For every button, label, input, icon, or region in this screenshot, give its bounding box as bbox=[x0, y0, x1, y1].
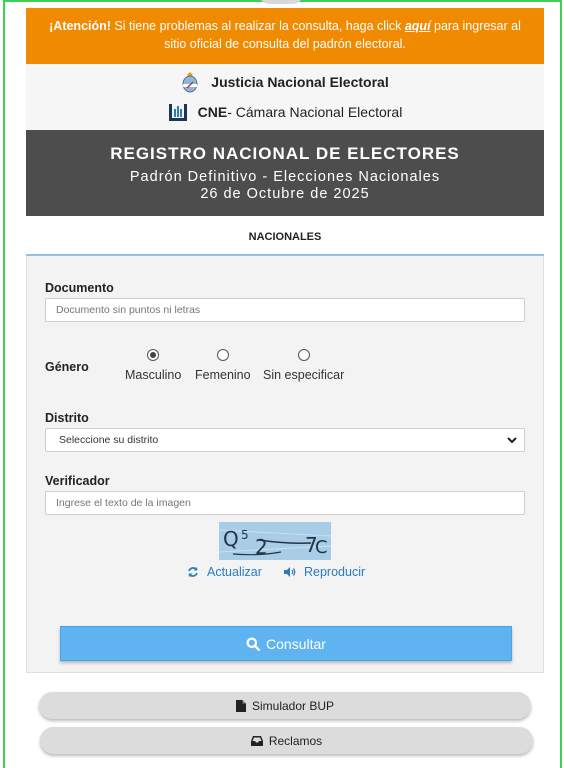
captcha-char-2: 5 bbox=[241, 528, 249, 542]
banner-subtitle: Padrón Definitivo - Elecciones Nacionale… bbox=[129, 169, 441, 185]
radio-sin-especificar-circle[interactable] bbox=[297, 349, 310, 361]
coat-of-arms-icon bbox=[182, 72, 198, 93]
genero-label: Género bbox=[45, 360, 89, 374]
tab-nacionales[interactable]: NACIONALES bbox=[26, 216, 544, 256]
refresh-icon bbox=[188, 567, 198, 577]
search-icon bbox=[246, 637, 261, 651]
radio-masculino[interactable]: Masculino bbox=[125, 349, 181, 382]
distrito-label: Distrito bbox=[45, 411, 89, 425]
radio-femenino-label: Femenino bbox=[195, 368, 251, 382]
alert-text-before: Si tiene problemas al realizar la consul… bbox=[110, 19, 405, 33]
distrito-select[interactable]: Seleccione su distrito bbox=[45, 428, 525, 452]
simulador-bup-button[interactable]: Simulador BUP bbox=[39, 692, 531, 719]
banner-date: 26 de Octubre de 2025 bbox=[200, 186, 370, 202]
refresh-captcha-link[interactable]: Actualizar bbox=[187, 565, 262, 579]
reclamos-label: Reclamos bbox=[268, 733, 323, 748]
refresh-label[interactable]: Actualizar bbox=[207, 565, 262, 579]
simulador-label: Simulador BUP bbox=[251, 698, 335, 713]
speaker-icon bbox=[284, 567, 296, 577]
reclamos-button[interactable]: Reclamos bbox=[40, 727, 533, 754]
institutions-header: Justicia Nacional Electoral CNE - Cámara… bbox=[26, 64, 544, 130]
captcha-image: Q 5 2 7 C bbox=[219, 522, 331, 560]
banner-title: REGISTRO NACIONAL DE ELECTORES bbox=[110, 144, 460, 163]
radio-sin-especificar[interactable]: Sin especificar bbox=[263, 349, 344, 382]
chevron-down-icon bbox=[507, 437, 517, 444]
cne-logo-icon bbox=[168, 104, 187, 121]
cne-abbr: CNE bbox=[197, 104, 228, 120]
distrito-selected: Seleccione su distrito bbox=[59, 434, 159, 446]
verificador-input[interactable] bbox=[45, 491, 525, 515]
registry-banner: REGISTRO NACIONAL DE ELECTORES Padrón De… bbox=[26, 130, 544, 216]
consultar-button[interactable]: Consultar bbox=[60, 626, 512, 661]
cne-row: CNE - Cámara Nacional Electoral bbox=[26, 100, 544, 124]
verificador-label: Verificador bbox=[45, 474, 110, 488]
search-form: Documento Género Masculino Femenino Sin … bbox=[26, 256, 544, 673]
captcha-char-5: C bbox=[315, 537, 328, 558]
attention-alert: ¡Atención! Si tiene problemas al realiza… bbox=[26, 8, 544, 64]
consultar-label: Consultar bbox=[266, 635, 326, 652]
cne-name: - Cámara Nacional Electoral bbox=[227, 104, 403, 120]
captcha-char-1: Q bbox=[223, 527, 239, 551]
inbox-icon bbox=[250, 735, 263, 746]
documento-input[interactable] bbox=[45, 298, 525, 322]
radio-masculino-circle[interactable] bbox=[147, 349, 160, 361]
document-icon bbox=[235, 699, 246, 712]
jne-name: Justicia Nacional Electoral bbox=[211, 74, 389, 90]
play-label[interactable]: Reproducir bbox=[304, 565, 365, 579]
jne-row: Justicia Nacional Electoral bbox=[26, 70, 544, 94]
captcha-char-3: 2 bbox=[255, 535, 268, 559]
radio-masculino-label: Masculino bbox=[125, 368, 182, 382]
alert-attention: ¡Atención! bbox=[49, 19, 111, 33]
radio-sin-especificar-label: Sin especificar bbox=[263, 368, 345, 382]
play-audio-link[interactable]: Reproducir bbox=[283, 565, 365, 579]
alert-link[interactable]: aquí bbox=[405, 19, 431, 33]
radio-femenino-circle[interactable] bbox=[216, 349, 229, 361]
radio-femenino[interactable]: Femenino bbox=[195, 349, 251, 382]
documento-label: Documento bbox=[45, 281, 114, 295]
